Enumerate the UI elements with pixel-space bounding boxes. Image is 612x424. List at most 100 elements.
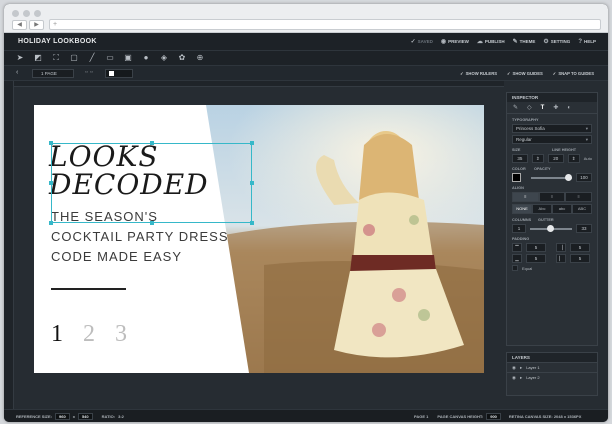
color-tool-icon[interactable]: ● xyxy=(142,54,150,62)
line-height-input[interactable]: 20 xyxy=(547,154,564,163)
design-canvas[interactable]: LOOKS DECODED THE SEASON'S COCKTAIL PART… xyxy=(34,105,484,373)
eye-icon: ◉ xyxy=(440,39,447,45)
url-bar[interactable]: + xyxy=(49,19,601,30)
page-number-2[interactable]: 2 xyxy=(83,321,95,348)
shapes-tool-icon[interactable]: ✿ xyxy=(178,54,186,62)
resize-handle-e[interactable] xyxy=(250,181,254,185)
frame-tool-icon[interactable]: ▢ xyxy=(70,54,78,62)
subtitle-line-3[interactable]: CODE MADE EASY xyxy=(51,249,182,264)
resize-handle-se[interactable] xyxy=(250,221,254,225)
color-label: COLOR xyxy=(512,167,526,171)
fill-color-swatch[interactable] xyxy=(105,69,133,78)
eye-icon[interactable]: ◉ xyxy=(512,375,516,381)
pen-icon[interactable]: ✎ xyxy=(513,104,518,111)
columns-input[interactable]: 1 xyxy=(512,224,526,233)
chevron-left-icon[interactable]: ‹ xyxy=(16,69,18,76)
padding-right-input[interactable]: 5 xyxy=(570,243,590,252)
crop-tool-icon[interactable]: ⛶ xyxy=(52,54,60,62)
case-lower[interactable]: abc xyxy=(552,204,572,214)
toggle-icon[interactable]: ◐ xyxy=(567,105,571,111)
subtitle-line-2[interactable]: COCKTAIL PARTY DRESS xyxy=(51,229,229,244)
gutter-slider[interactable] xyxy=(530,224,572,232)
ratio-label: RATIO: xyxy=(101,414,116,419)
equal-checkbox[interactable] xyxy=(512,265,518,271)
padding-bottom-input[interactable]: 5 xyxy=(526,254,546,263)
align-center-icon[interactable]: ≡ xyxy=(538,192,566,202)
font-size-stepper[interactable]: ⇕ xyxy=(531,154,544,163)
play-icon: ▸ xyxy=(519,374,523,380)
image-edit-tool-icon[interactable]: ◩ xyxy=(34,54,42,62)
shape-icon[interactable]: ◇ xyxy=(527,104,532,111)
show-guides-toggle[interactable]: ✓ SHOW GUIDES xyxy=(507,71,543,76)
layer-item[interactable]: ◉ ▸ Layer 1 xyxy=(507,362,597,372)
snap-to-guides-toggle[interactable]: ✓ SNAP TO GUIDES xyxy=(553,71,594,76)
gutter-knob[interactable] xyxy=(546,224,554,232)
zoom-tool-icon[interactable]: ⊕ xyxy=(196,54,204,62)
font-style-select[interactable]: Regular ▾ xyxy=(512,135,592,144)
case-none[interactable]: NONE xyxy=(512,204,532,214)
effects-icon[interactable]: ✚ xyxy=(553,104,558,111)
text-color-swatch[interactable] xyxy=(512,173,521,182)
layers-tool-icon[interactable]: ◈ xyxy=(160,54,168,62)
layer-item[interactable]: ◉ ▸ Layer 2 xyxy=(507,372,597,382)
resize-handle-w[interactable] xyxy=(49,181,53,185)
snap-to-guides-label: SNAP TO GUIDES xyxy=(558,71,594,76)
opacity-input[interactable]: 100 xyxy=(576,173,592,182)
padding-left-input[interactable]: 5 xyxy=(570,254,590,263)
opacity-knob[interactable] xyxy=(565,173,572,181)
reload-icon[interactable]: + xyxy=(53,21,57,28)
auto-checkbox[interactable]: Auto xyxy=(584,156,592,161)
canvas-height-input[interactable]: 900 xyxy=(486,413,501,420)
line-height-stepper[interactable]: ⇕ xyxy=(567,154,580,163)
padding-top-input[interactable]: 5 xyxy=(526,243,546,252)
opacity-slider[interactable] xyxy=(531,173,572,181)
browser-nav: ◀ ▶ xyxy=(12,20,44,30)
reference-size: REFERENCE SIZE: 960 x 540 RATIO: 3:2 xyxy=(16,413,124,420)
close-dot[interactable] xyxy=(12,10,19,17)
browser-chrome: ◀ ▶ + xyxy=(4,4,608,33)
reference-width-input[interactable]: 960 xyxy=(55,413,70,420)
align-left-icon[interactable]: ≡ xyxy=(512,192,539,202)
resize-handle-sw[interactable] xyxy=(49,221,53,225)
maximize-dot[interactable] xyxy=(34,10,41,17)
selection-box[interactable] xyxy=(49,141,254,225)
text-tool-icon[interactable]: ▣ xyxy=(124,54,132,62)
preview-button[interactable]: ◉ PREVIEW xyxy=(441,38,469,45)
eye-icon[interactable]: ◉ xyxy=(512,365,516,371)
text-icon[interactable]: T xyxy=(541,105,545,111)
align-right-icon[interactable]: ≡ xyxy=(565,192,593,202)
image-tool-icon[interactable]: ▭ xyxy=(106,54,114,62)
cloud-icon: ☁ xyxy=(476,39,483,45)
case-title[interactable]: Abc xyxy=(532,204,552,214)
check-icon: ✓ xyxy=(410,39,416,45)
resize-handle-n[interactable] xyxy=(150,141,154,145)
resize-handle-ne[interactable] xyxy=(250,141,254,145)
reference-height-input[interactable]: 540 xyxy=(77,413,93,420)
resize-handle-nw[interactable] xyxy=(49,141,53,145)
publish-button[interactable]: ☁ PUBLISH xyxy=(477,38,505,45)
resize-handle-s[interactable] xyxy=(150,221,154,225)
gutter-input[interactable]: 33 xyxy=(576,224,592,233)
padding-label: PADDING xyxy=(512,237,530,241)
pointer-tool-icon[interactable]: ➤ xyxy=(16,54,24,62)
font-family-select[interactable]: Princess Sofia ▾ xyxy=(512,124,592,133)
show-rulers-toggle[interactable]: ✓ SHOW RULERS xyxy=(460,71,497,76)
page-number-3[interactable]: 3 xyxy=(115,321,127,348)
page-numbers: 1 2 3 xyxy=(51,321,127,348)
case-upper[interactable]: ABC xyxy=(572,204,592,214)
line-tool-icon[interactable]: ╱ xyxy=(88,54,96,62)
padding-row-1: ▔ 5 ▕ 5 xyxy=(512,243,592,252)
page-number-1[interactable]: 1 xyxy=(51,321,63,348)
horizontal-ruler xyxy=(14,81,504,87)
link-icon[interactable]: ⇔⇔ xyxy=(84,69,94,75)
setting-button[interactable]: ⚙ SETTING xyxy=(543,38,570,45)
font-size-input[interactable]: 35 xyxy=(512,154,528,163)
help-button[interactable]: ? HELP xyxy=(578,38,596,45)
theme-button[interactable]: ✎ THEME xyxy=(513,38,536,45)
inspector-title: INSPECTOR xyxy=(507,93,597,102)
minimize-dot[interactable] xyxy=(23,10,30,17)
back-button[interactable]: ◀ xyxy=(12,20,27,30)
page-select[interactable]: 1 PAGE xyxy=(32,69,74,78)
forward-button[interactable]: ▶ xyxy=(29,20,44,30)
gutter-label: GUTTER xyxy=(538,218,554,222)
